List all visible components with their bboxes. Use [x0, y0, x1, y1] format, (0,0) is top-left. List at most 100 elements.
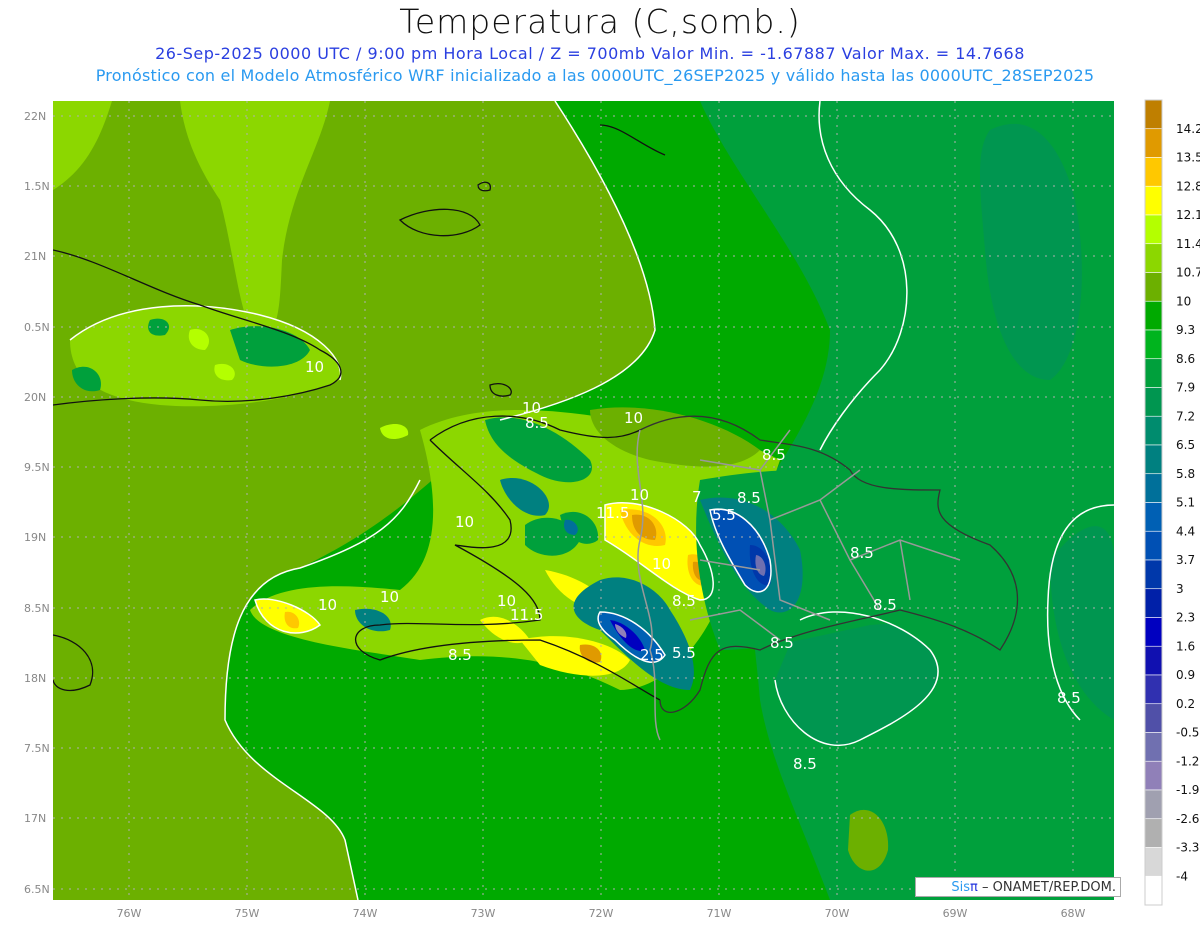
colorbar-label: 0.9 — [1176, 668, 1195, 682]
colorbar-label: 10.7 — [1176, 266, 1200, 280]
lon-label: 75W — [235, 907, 260, 920]
credit-sis: Sis — [951, 880, 971, 895]
colorbar-swatch — [1144, 214, 1163, 245]
colorbar-swatch — [1144, 530, 1163, 561]
contour-label: 10 — [455, 513, 474, 531]
lon-label: 74W — [353, 907, 378, 920]
colorbar-label: 2.3 — [1176, 611, 1195, 625]
colorbar-label: 13.5 — [1176, 151, 1200, 165]
contour-label: 8.5 — [873, 596, 897, 614]
temperature-map: 10 8.5 10 10 11.5 10 7 8.5 5.5 8.5 10 8.… — [24, 99, 1200, 920]
colorbar-swatch — [1144, 559, 1163, 590]
contour-label: 7 — [692, 488, 702, 506]
lon-label: 70W — [825, 907, 850, 920]
colorbar-swatch — [1144, 875, 1163, 906]
contour-label: 11.5 — [510, 606, 543, 624]
contour-label: 8.5 — [762, 446, 786, 464]
colorbar: 14.2 13.5 12.8 12.1 11.4 10.7 10 9.3 8.6 7.9 7.2 6.… — [1144, 99, 1200, 906]
contour-label: 8.5 — [770, 634, 794, 652]
contour-label: 10 — [380, 588, 399, 606]
contour-label: 8.5 — [793, 755, 817, 773]
lat-label: 18N — [24, 672, 46, 685]
colorbar-label: 3.7 — [1176, 553, 1195, 567]
colorbar-swatch — [1144, 358, 1163, 388]
colorbar-swatch — [1144, 645, 1163, 676]
lat-label: 19N — [24, 531, 46, 544]
colorbar-label: 12.1 — [1176, 208, 1200, 222]
colorbar-swatch — [1144, 99, 1163, 130]
colorbar-label: -0.5 — [1176, 726, 1199, 740]
colorbar-label: 7.9 — [1176, 381, 1195, 395]
colorbar-label: -3.3 — [1176, 841, 1199, 855]
contour-label: 8.5 — [448, 646, 472, 664]
contour-label: 8.5 — [672, 592, 696, 610]
contour-label: 10 — [305, 358, 324, 376]
colorbar-swatch — [1144, 387, 1163, 417]
colorbar-swatch — [1144, 243, 1163, 273]
credit-pi: π — [970, 880, 978, 895]
colorbar-swatch — [1144, 847, 1163, 877]
colorbar-swatch — [1144, 502, 1163, 532]
longitude-labels: 76W 75W 74W 73W 72W 71W 70W 69W 68W — [117, 907, 1086, 920]
lat-label: 6.5N — [24, 883, 50, 896]
colorbar-label: 5.8 — [1176, 467, 1195, 481]
colorbar-swatch — [1144, 789, 1163, 820]
colorbar-label: 5.1 — [1176, 496, 1195, 510]
lon-label: 68W — [1061, 907, 1086, 920]
shaded-field — [53, 101, 1114, 900]
colorbar-label: 14.2 — [1176, 122, 1200, 136]
contour-label: 5.5 — [672, 644, 696, 662]
colorbar-label: -2.6 — [1176, 812, 1199, 826]
colorbar-label: -1.9 — [1176, 783, 1199, 797]
credit-text: – ONAMET/REP.DOM. — [977, 880, 1116, 895]
colorbar-swatch — [1144, 617, 1163, 647]
colorbar-swatch — [1144, 157, 1163, 187]
lat-label: 8.5N — [24, 602, 50, 615]
colorbar-swatch — [1144, 473, 1163, 503]
colorbar-swatch — [1144, 732, 1163, 762]
lon-label: 71W — [707, 907, 732, 920]
contour-label: 5.5 — [712, 506, 736, 524]
colorbar-label: -4 — [1176, 869, 1188, 883]
latitude-labels: 22N 1.5N 21N 0.5N 20N 9.5N 19N 8.5N 18N … — [24, 110, 50, 896]
colorbar-label: 7.2 — [1176, 409, 1195, 423]
credit-box: Sisπ – ONAMET/REP.DOM. — [915, 877, 1121, 897]
contour-label: 10 — [630, 486, 649, 504]
colorbar-label: 1.6 — [1176, 639, 1195, 653]
colorbar-label: 8.6 — [1176, 352, 1195, 366]
colorbar-swatch — [1144, 128, 1163, 158]
contour-label: 8.5 — [1057, 689, 1081, 707]
contour-label: 10 — [522, 399, 541, 417]
colorbar-label: 3 — [1176, 582, 1184, 596]
colorbar-swatch — [1144, 300, 1163, 331]
lon-label: 73W — [471, 907, 496, 920]
colorbar-swatch — [1144, 415, 1163, 446]
lat-label: 9.5N — [24, 461, 50, 474]
colorbar-swatch — [1144, 818, 1163, 848]
colorbar-label: 10 — [1176, 294, 1191, 308]
colorbar-label: -1.2 — [1176, 754, 1199, 768]
colorbar-swatch — [1144, 444, 1163, 475]
colorbar-swatch — [1144, 329, 1163, 360]
lon-label: 72W — [589, 907, 614, 920]
colorbar-label: 9.3 — [1176, 323, 1195, 337]
contour-label: 10 — [624, 409, 643, 427]
colorbar-swatch — [1144, 674, 1163, 705]
colorbar-swatch — [1144, 272, 1163, 302]
contour-label: 2.5 — [640, 646, 664, 664]
lon-label: 69W — [943, 907, 968, 920]
colorbar-label: 11.4 — [1176, 237, 1200, 251]
colorbar-swatch — [1144, 185, 1163, 216]
colorbar-label: 12.8 — [1176, 179, 1200, 193]
lat-label: 22N — [24, 110, 46, 123]
contour-label: 11.5 — [596, 504, 629, 522]
colorbar-label: 6.5 — [1176, 438, 1195, 452]
contour-label: 8.5 — [737, 489, 761, 507]
colorbar-label: 4.4 — [1176, 524, 1195, 538]
lat-label: 0.5N — [24, 321, 50, 334]
lat-label: 1.5N — [24, 180, 50, 193]
lat-label: 20N — [24, 391, 46, 404]
lat-label: 21N — [24, 250, 46, 263]
colorbar-swatch — [1144, 760, 1163, 791]
lon-label: 76W — [117, 907, 142, 920]
